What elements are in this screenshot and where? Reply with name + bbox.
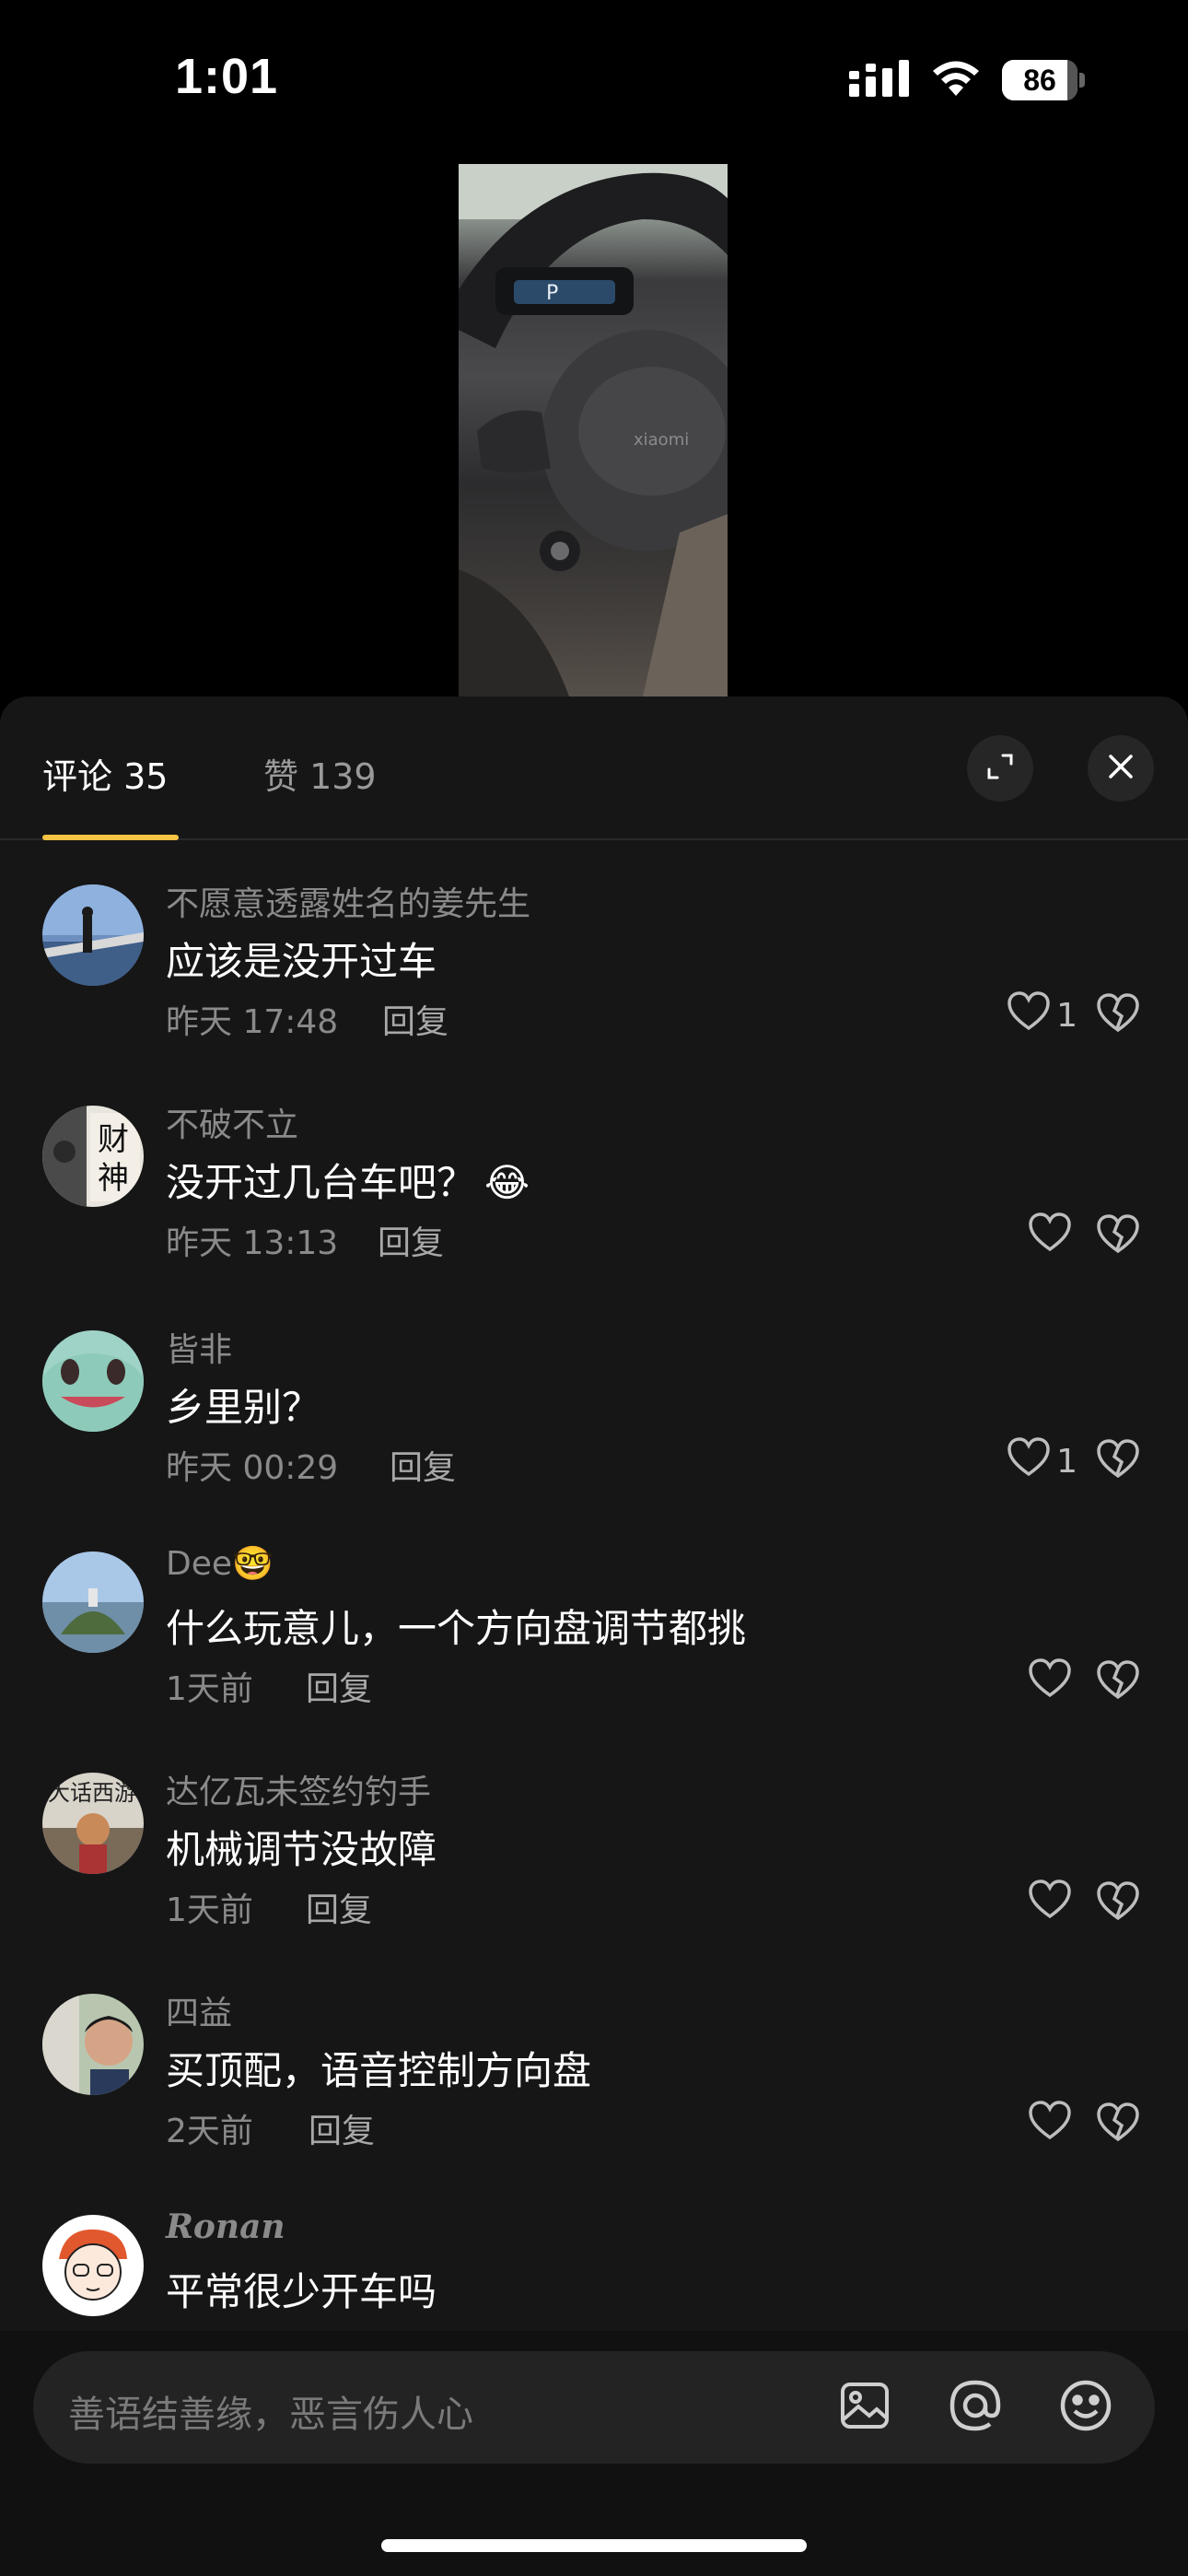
status-bar: 1:01 86 [0,0,1188,157]
input-placeholder: 善语结善缘，恶言伤人心 [68,2394,473,2436]
reply-button[interactable]: 回复 [306,1662,372,1710]
comment-author[interactable]: 四益 [166,1986,232,2034]
avatar[interactable] [42,1994,144,2095]
comment-item: Dee🤓 什么玩意儿，一个方向盘调节都挑 1天前 回复 [0,1544,1188,1765]
comment-text: 什么玩意儿，一个方向盘调节都挑 [166,1606,747,1651]
comment-time: 昨天 17:48 [166,1003,339,1041]
heart-icon [1028,1657,1072,1707]
svg-text:财: 财 [98,1121,129,1158]
dislike-button[interactable] [1090,1209,1146,1264]
heart-icon [1007,990,1051,1040]
comment-item: 财 神 不破不立 没开过几台车吧？ 😂 昨天 13:13 回复 [0,1098,1188,1319]
broken-heart-icon [1096,1439,1140,1483]
like-button[interactable] [1028,1876,1072,1931]
like-button[interactable] [1028,2097,1072,2152]
dislike-button[interactable] [1090,1655,1146,1710]
close-button[interactable] [1088,735,1154,802]
like-button[interactable] [1028,1655,1072,1710]
heart-icon [1007,1436,1051,1486]
battery-icon: 86 [1002,60,1085,100]
tab-likes[interactable]: 赞 139 [263,748,377,799]
like-button[interactable]: 1 [1007,988,1077,1043]
reply-button[interactable]: 回复 [382,995,448,1043]
reply-button[interactable]: 回复 [309,2104,375,2152]
status-time: 1:01 [175,49,279,104]
comment-text: 没开过几台车吧？ 😂 [166,1160,530,1205]
comment-text: 乡里别？ [166,1385,321,1430]
dislike-button[interactable] [1090,1876,1146,1931]
reply-button[interactable]: 回复 [306,1883,372,1931]
active-tab-indicator [42,835,179,840]
battery-level: 86 [1023,64,1056,97]
expand-button[interactable] [967,735,1033,802]
comment-text: 平常很少开车吗 [166,2269,437,2314]
comment-author[interactable]: 皆非 [166,1323,232,1371]
comment-author[interactable]: 达亿瓦未签约钓手 [166,1765,431,1813]
avatar[interactable] [42,1330,144,1432]
dislike-button[interactable] [1090,1434,1146,1489]
status-icons: 86 [849,59,1085,101]
comment-time: 昨天 13:13 [166,1224,339,1262]
dislike-button[interactable] [1090,2097,1146,2152]
comment-item: 大话西游 达亿瓦未签约钓手 机械调节没故障 1天前 回复 [0,1765,1188,1986]
image-button[interactable] [834,2377,895,2438]
emoji-button[interactable] [1055,2377,1116,2438]
like-button[interactable] [1028,1209,1072,1264]
comment-input[interactable]: 善语结善缘，恶言伤人心 [33,2351,1155,2464]
comment-time: 1天前 [166,1670,253,1708]
mention-button[interactable] [945,2377,1006,2438]
comment-item: 不愿意透露姓名的姜先生 应该是没开过车 昨天 17:48 回复 1 [0,877,1188,1098]
comment-time: 1天前 [166,1891,253,1929]
wifi-icon [930,59,982,101]
avatar[interactable] [42,2215,144,2316]
broken-heart-icon [1096,1660,1140,1704]
emoji-icon [1057,2377,1114,2438]
comment-item: 四益 买顶配，语音控制方向盘 2天前 回复 [0,1986,1188,2207]
comment-time: 昨天 00:29 [166,1449,339,1487]
comment-item: 皆非 乡里别？ 昨天 00:29 回复 1 [0,1323,1188,1544]
comment-author[interactable]: Dee🤓 [166,1544,274,1583]
broken-heart-icon [1096,1881,1140,1926]
broken-heart-icon [1096,2102,1140,2147]
like-button[interactable]: 1 [1007,1434,1077,1489]
broken-heart-icon [1096,993,1140,1037]
avatar[interactable] [42,884,144,986]
expand-icon [984,751,1016,786]
avatar[interactable]: 财 神 [42,1106,144,1207]
svg-text:神: 神 [98,1160,129,1197]
like-count: 1 [1056,996,1077,1035]
avatar[interactable] [42,1551,144,1653]
comment-author[interactable]: Ronan [166,2207,285,2246]
sheet-header: 评论 35 赞 139 [0,697,1188,840]
avatar[interactable]: 大话西游 [42,1773,144,1874]
image-icon [838,2379,891,2436]
video-thumbnail[interactable]: P xiaomi [459,164,728,697]
reply-button[interactable]: 回复 [378,1216,444,1264]
comment-text: 机械调节没故障 [166,1827,437,1872]
like-count: 1 [1056,1442,1077,1481]
heart-icon [1028,1212,1072,1261]
svg-text:xiaomi: xiaomi [634,430,689,450]
heart-icon [1028,2100,1072,2149]
comment-text: 应该是没开过车 [166,939,437,984]
broken-heart-icon [1096,1214,1140,1259]
svg-text:P: P [546,282,558,305]
tab-comments[interactable]: 评论 35 [42,748,168,799]
svg-text:大话西游: 大话西游 [48,1780,136,1806]
emoji-nerd-face: 🤓 [232,1545,274,1583]
comment-author[interactable]: 不愿意透露姓名的姜先生 [166,877,530,925]
home-indicator[interactable] [381,2539,807,2552]
cellular-signal-icon [849,60,910,100]
reply-button[interactable]: 回复 [390,1441,456,1489]
at-icon [947,2377,1004,2438]
emoji-laughing-crying: 😂 [484,1160,530,1205]
comment-text: 买顶配，语音控制方向盘 [166,2048,592,2093]
close-icon [1105,751,1136,786]
comment-author[interactable]: 不破不立 [166,1098,298,1146]
comment-time: 2天前 [166,2113,253,2150]
heart-icon [1028,1879,1072,1928]
comments-sheet: 评论 35 赞 139 不愿意透露姓名的姜先生 应该是没开过车 昨天 17:48… [0,697,1188,2576]
dislike-button[interactable] [1090,988,1146,1043]
